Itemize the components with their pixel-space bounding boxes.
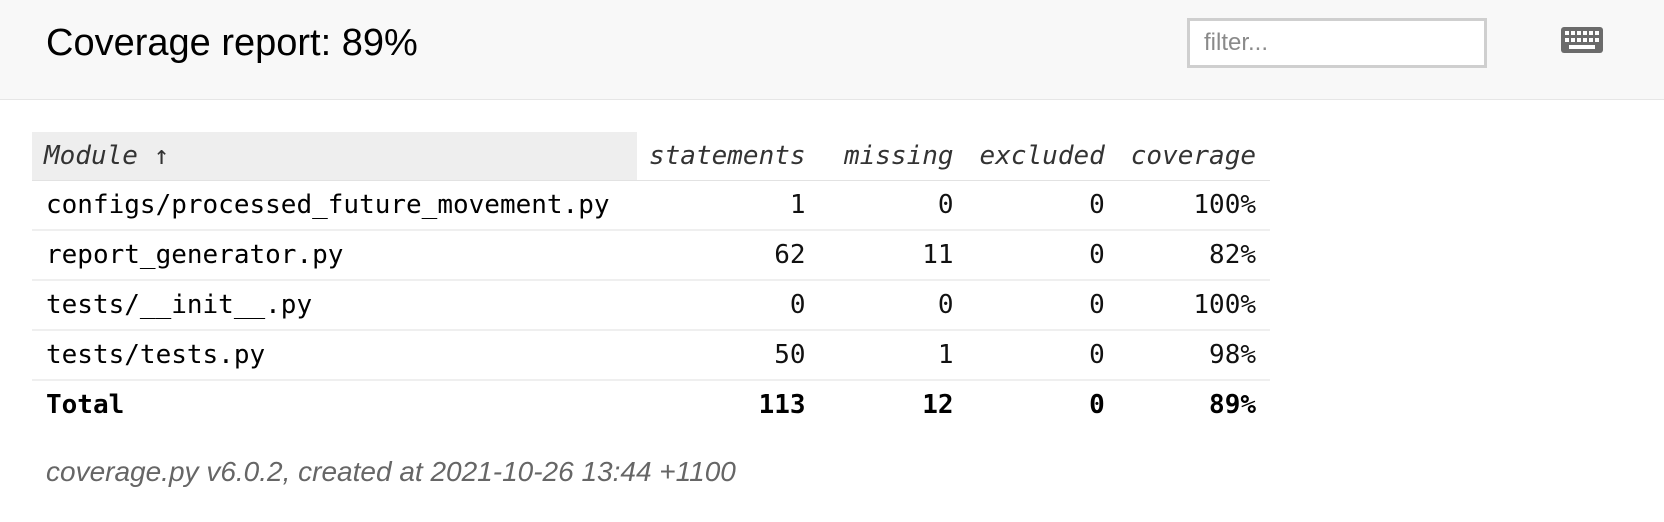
coverage-cell: 82% [1118, 230, 1271, 281]
table-row: report_generator.py 62 11 0 82% [32, 230, 1271, 281]
total-missing: 12 [922, 390, 954, 420]
module-link[interactable]: tests/tests.py [46, 340, 265, 370]
page-title: Coverage report: 89% [46, 22, 418, 64]
footer-info: coverage.py v6.0.2, created at 2021-10-2… [46, 456, 736, 487]
keyboard-icon[interactable] [1560, 26, 1604, 54]
table-row: tests/tests.py 50 1 0 98% [32, 330, 1271, 381]
missing-cell: 0 [819, 280, 968, 331]
total-row: Total 113 12 0 89% [32, 380, 1270, 429]
excluded-cell: 0 [967, 280, 1119, 331]
total-coverage: 89% [1209, 390, 1257, 420]
column-header-module[interactable]: Module ↑ [32, 132, 637, 181]
column-header-coverage[interactable]: coverage [1118, 132, 1271, 181]
filter-input[interactable] [1187, 18, 1487, 68]
module-link[interactable]: configs/processed_future_movement.py [46, 190, 610, 220]
column-header-missing[interactable]: missing [819, 132, 968, 181]
coverage-cell: 100% [1118, 280, 1271, 331]
total-label: Total [46, 390, 125, 420]
module-link[interactable]: report_generator.py [46, 240, 343, 270]
total-excluded: 0 [1089, 390, 1105, 420]
statements-cell: 0 [637, 280, 820, 331]
statements-cell: 50 [637, 330, 820, 381]
module-cell: configs/processed_future_movement.py [32, 180, 637, 231]
coverage-cell: 98% [1118, 330, 1271, 381]
module-cell: tests/tests.py [32, 330, 637, 381]
table-row: tests/__init__.py 0 0 0 100% [32, 280, 1271, 331]
module-cell: tests/__init__.py [32, 280, 637, 331]
excluded-cell: 0 [967, 230, 1119, 281]
table-header-row: Module ↑ statements missing excluded cov… [32, 132, 1271, 181]
module-link[interactable]: tests/__init__.py [46, 290, 312, 320]
missing-cell: 1 [819, 330, 968, 381]
column-header-excluded[interactable]: excluded [967, 132, 1119, 181]
coverage-table: Module ↑ statements missing excluded cov… [32, 132, 1271, 429]
total-statements: 113 [758, 390, 806, 420]
column-header-statements[interactable]: statements [637, 132, 820, 181]
statements-cell: 1 [637, 180, 820, 231]
missing-cell: 11 [819, 230, 968, 281]
statements-cell: 62 [637, 230, 820, 281]
excluded-cell: 0 [967, 330, 1119, 381]
missing-cell: 0 [819, 180, 968, 231]
report-header: Coverage report: 89% [0, 0, 1664, 100]
excluded-cell: 0 [967, 180, 1119, 231]
coverage-cell: 100% [1118, 180, 1271, 231]
module-cell: report_generator.py [32, 230, 637, 281]
table-row: configs/processed_future_movement.py 1 0… [32, 180, 1271, 231]
